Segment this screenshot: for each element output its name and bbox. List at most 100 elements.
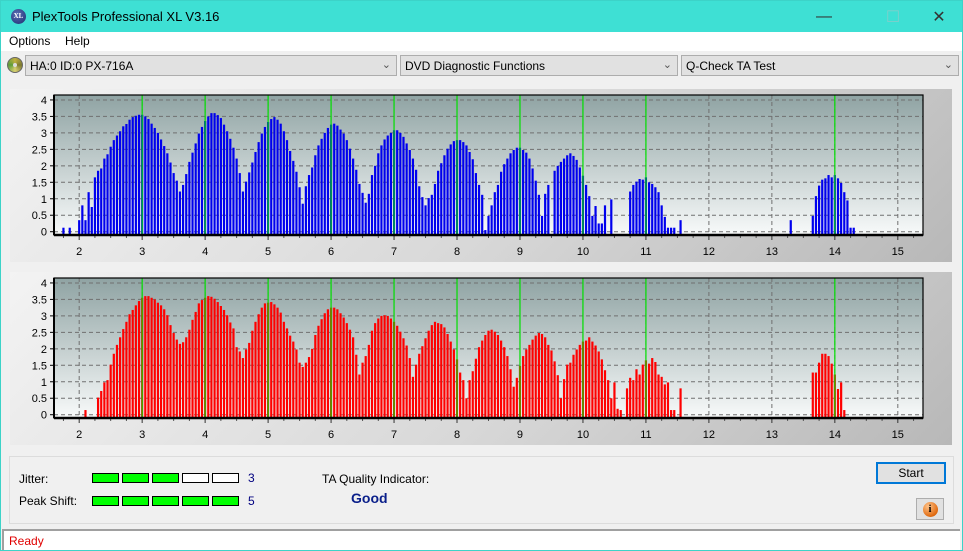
peak-shift-value: 5 (248, 494, 255, 508)
y-tick-label: 0.5 (32, 210, 47, 222)
menu-options[interactable]: Options (9, 34, 50, 48)
x-tick-label: 4 (202, 246, 208, 258)
bar (840, 182, 843, 235)
bar (566, 364, 569, 418)
bar (188, 161, 191, 235)
x-tick-label: 11 (640, 429, 651, 441)
bar (84, 220, 87, 235)
bar (109, 146, 112, 235)
maximize-button[interactable]: ☐ (870, 1, 916, 32)
bar (437, 323, 440, 418)
x-tick-label: 6 (328, 429, 334, 441)
bar (216, 302, 219, 418)
bar (134, 305, 137, 418)
bar (260, 133, 263, 235)
bar (304, 362, 307, 418)
y-tick-label: 1 (41, 194, 47, 206)
bar (550, 350, 553, 418)
bar (352, 158, 355, 235)
x-tick-label: 2 (76, 429, 82, 441)
bar (588, 196, 591, 235)
bar (821, 353, 824, 418)
bar (163, 309, 166, 418)
bar (402, 136, 405, 235)
status-text: Ready (9, 534, 44, 548)
bar (81, 205, 84, 235)
info-button[interactable]: i (916, 498, 944, 520)
bar (232, 147, 235, 235)
bar (459, 140, 462, 235)
start-button[interactable]: Start (876, 462, 946, 484)
bar (503, 347, 506, 418)
bar (408, 150, 411, 235)
drive-select[interactable]: HA:0 ID:0 PX-716A ⌄ (25, 55, 397, 76)
bar (468, 380, 471, 418)
bar (484, 334, 487, 418)
bar (827, 175, 830, 235)
bar (481, 340, 484, 418)
bar (244, 181, 248, 235)
bar (506, 158, 509, 235)
bar (355, 354, 358, 418)
bar (191, 152, 194, 235)
bar (408, 358, 411, 418)
bar (295, 171, 298, 235)
function-select[interactable]: DVD Diagnostic Functions ⌄ (400, 55, 678, 76)
bar (625, 388, 629, 418)
jitter-meter (92, 473, 239, 483)
bar (200, 126, 204, 235)
bar (418, 186, 421, 235)
x-tick-label: 4 (202, 429, 208, 441)
bar (339, 313, 342, 418)
bar (210, 296, 213, 418)
close-button[interactable]: ✕ (916, 1, 962, 32)
bar (437, 170, 440, 235)
bar (824, 353, 827, 418)
bar (814, 196, 818, 235)
app-logo-icon: XL (11, 9, 26, 24)
minimize-icon: — (816, 7, 832, 25)
menu-help[interactable]: Help (65, 34, 90, 48)
bar (817, 185, 821, 235)
bar (663, 216, 666, 235)
bar (178, 191, 182, 235)
bar (635, 369, 638, 418)
bar (235, 347, 238, 418)
bar (380, 145, 383, 235)
info-icon: i (922, 501, 938, 517)
bar (128, 314, 131, 418)
bar (238, 351, 241, 418)
bar (607, 380, 610, 418)
bar (515, 147, 518, 235)
title-bar: XL PlexTools Professional XL V3.16 — ☐ ✕ (1, 1, 962, 32)
bar (585, 184, 588, 235)
bar (163, 146, 166, 235)
bar (512, 386, 515, 418)
ta-quality-label: TA Quality Indicator: (322, 472, 430, 486)
test-select[interactable]: Q-Check TA Test ⌄ (681, 55, 959, 76)
bar (471, 159, 474, 235)
bar (610, 199, 613, 235)
minimize-button[interactable]: — (801, 1, 847, 32)
bar (830, 177, 833, 235)
bar (317, 145, 320, 235)
bar (443, 327, 446, 418)
bar (257, 142, 260, 235)
bar (273, 117, 276, 235)
bar (229, 322, 232, 418)
bar (276, 119, 279, 235)
bar (370, 175, 374, 235)
bar (641, 364, 644, 418)
bar (474, 173, 478, 235)
x-tick-label: 3 (139, 246, 145, 258)
peak-shift-meter-segment (92, 496, 119, 506)
peak-shift-meter-segment (152, 496, 179, 506)
bar (131, 309, 134, 418)
bar (465, 145, 468, 235)
peak-shift-meter-segment (122, 496, 149, 506)
bar (112, 353, 115, 418)
bar (830, 363, 833, 418)
bar (352, 337, 355, 418)
bar (270, 302, 273, 418)
bar (666, 382, 670, 418)
